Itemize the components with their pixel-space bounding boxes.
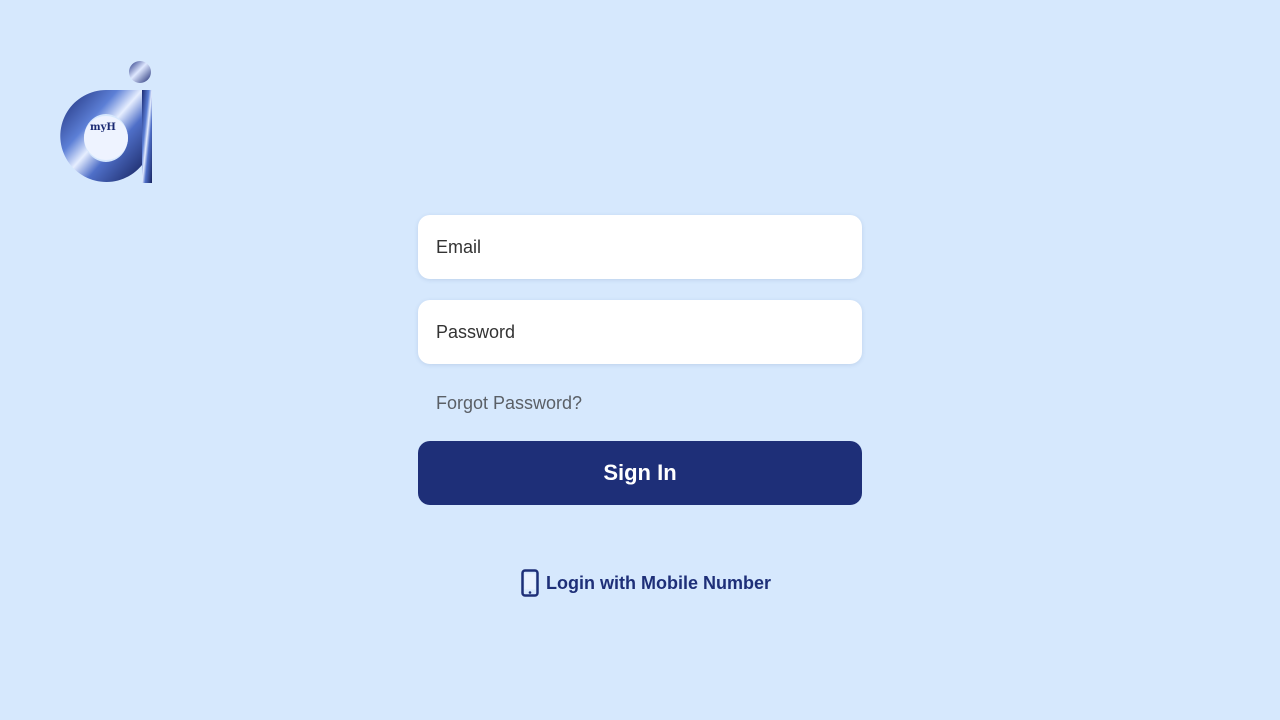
login-form: Forgot Password? bbox=[418, 215, 862, 414]
login-page: myH Forgot Password? Sign In Login with … bbox=[0, 0, 1280, 720]
phone-icon bbox=[521, 569, 539, 597]
forgot-password-link[interactable]: Forgot Password? bbox=[436, 392, 862, 414]
login-with-mobile-link[interactable]: Login with Mobile Number bbox=[521, 569, 771, 597]
password-input[interactable] bbox=[418, 300, 862, 364]
logo-wordmark: myH bbox=[90, 122, 116, 133]
sign-in-button[interactable]: Sign In bbox=[418, 441, 862, 505]
email-input[interactable] bbox=[418, 215, 862, 279]
brand-logo: myH bbox=[58, 60, 154, 186]
login-with-mobile-label: Login with Mobile Number bbox=[546, 572, 771, 593]
